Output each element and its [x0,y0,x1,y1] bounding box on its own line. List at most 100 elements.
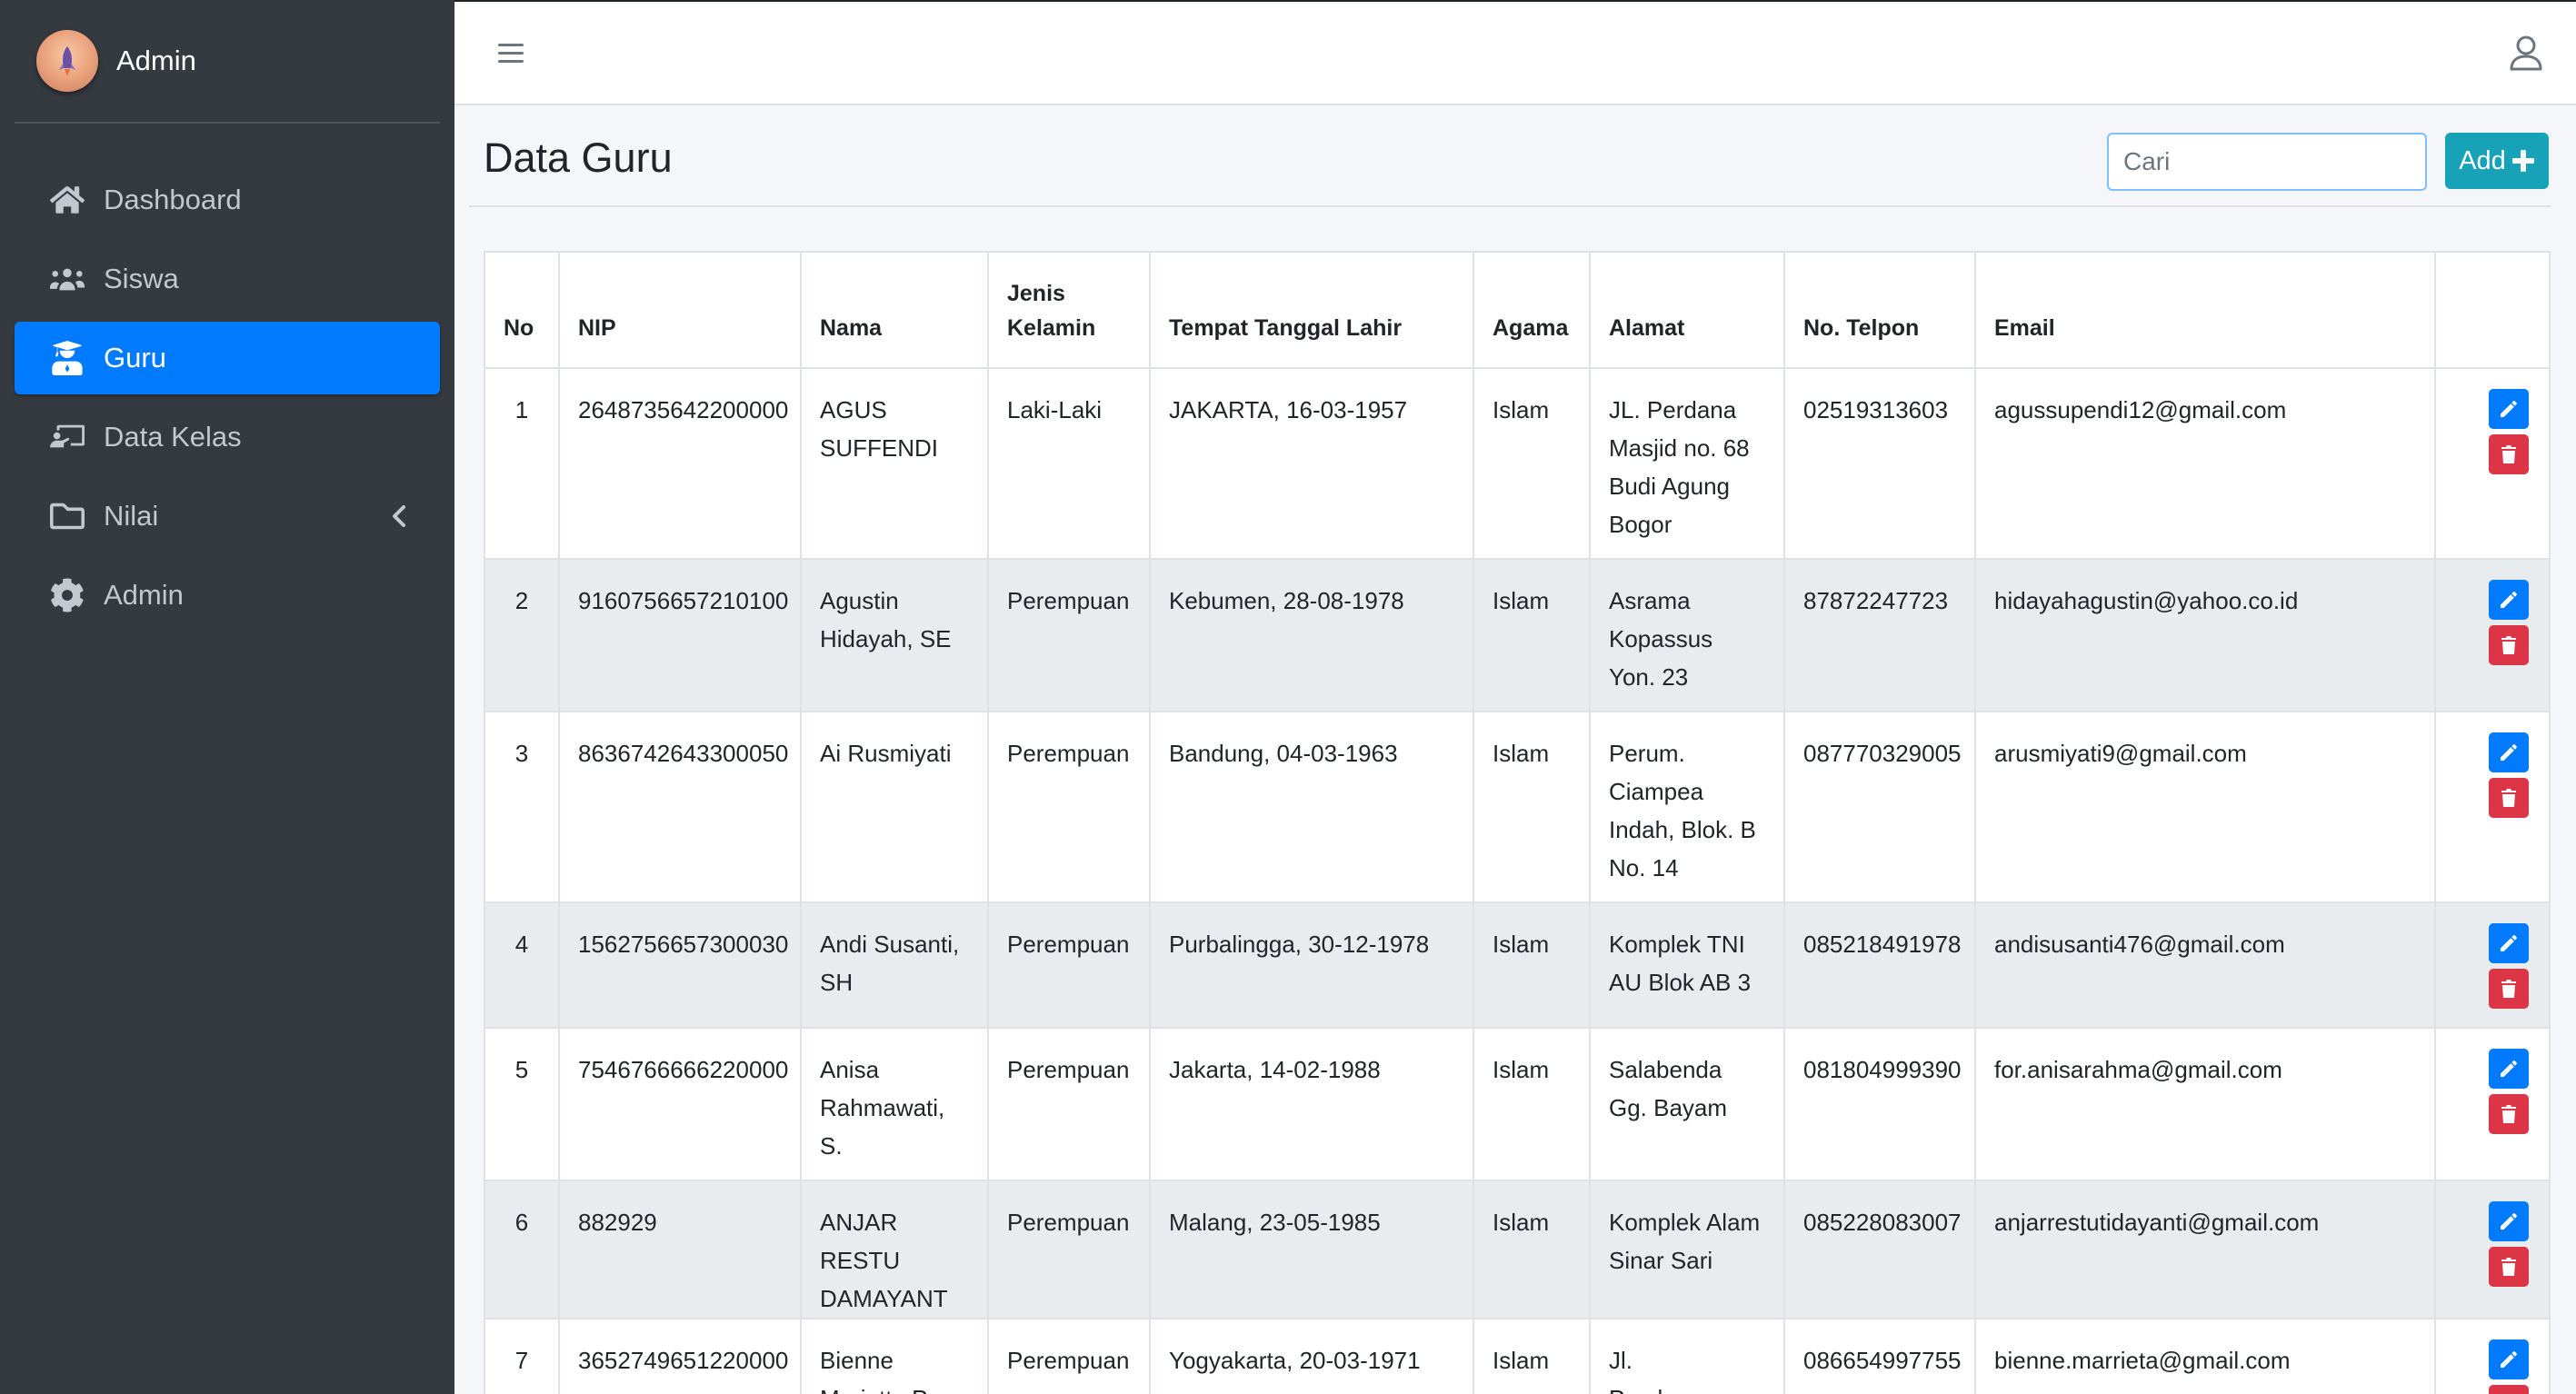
edit-button[interactable] [2489,389,2529,429]
cell-alamat: Komplek Alam Sinar Sari [1589,1180,1785,1319]
sidebar-item-nilai[interactable]: Nilai [15,480,440,553]
rocket-icon [59,46,75,76]
cell-actions [2434,367,2551,560]
sidebar-item-label: Admin [104,579,184,611]
cell-nip: 7546766666220000 [558,1027,802,1181]
cell-ttl: Bandung, 04-03-1963 [1149,711,1474,903]
pencil-icon [2501,401,2517,417]
table-row: 6 882929 ANJAR RESTU DAMAYANT Perempuan Mala… [484,1180,2551,1319]
cell-agama: Islam [1473,901,1591,1029]
delete-button[interactable] [2489,778,2529,818]
cell-email: hidayahagustin@yahoo.co.id [1974,558,2436,712]
delete-button[interactable] [2489,1247,2529,1287]
table-row: 5 7546766666220000 Anisa Rahmawati, S. Pere… [484,1027,2551,1181]
sidebar-item-label: Data Kelas [104,421,242,453]
cell-agama: Islam [1473,1318,1591,1394]
guru-table-container: No NIP Nama Jenis Kelamin Tempat Tanggal … [484,251,2551,1394]
delete-button[interactable] [2489,1385,2529,1394]
folder-icon [49,498,85,534]
plus-icon [2511,150,2534,172]
cell-alamat: Asrama Kopassus Yon. 23 [1589,558,1785,712]
user-icon[interactable] [2509,35,2543,71]
cell-nip: 2648735642200000 [558,367,802,560]
gear-icon [49,577,85,613]
cell-nip: 8636742643300050 [558,711,802,903]
delete-button[interactable] [2489,434,2529,474]
table-header-row: No NIP Nama Jenis Kelamin Tempat Tanggal … [484,251,2551,369]
cell-actions [2434,1318,2551,1394]
cell-email: bienne.marrieta@gmail.com [1974,1318,2436,1394]
edit-button[interactable] [2489,732,2529,772]
cell-nama: ANJAR RESTU DAMAYANT [800,1180,989,1319]
cell-alamat: Komplek TNI AU Blok AB 3 [1589,901,1785,1029]
cell-no: 6 [484,1180,560,1319]
brand[interactable]: Admin [15,0,440,124]
sidebar-item-dashboard[interactable]: Dashboard [15,164,440,236]
cell-jenis-kelamin: Perempuan [987,711,1151,903]
table-body: 1 2648735642200000 AGUS SUFFENDI Laki-Laki J… [484,367,2551,1394]
table-row: 2 9160756657210100 Agustin Hidayah, SE Pere… [484,558,2551,712]
topbar [454,0,2576,105]
edit-button[interactable] [2489,1201,2529,1241]
users-icon [49,261,85,297]
cell-actions [2434,711,2551,903]
cell-no: 7 [484,1318,560,1394]
header-divider [469,205,2551,207]
cell-alamat: Jl. Pembangunan [1589,1318,1785,1394]
cell-nip: 3652749651220000 [558,1318,802,1394]
pencil-icon [2501,1351,2517,1368]
graduate-icon [49,340,85,376]
edit-button[interactable] [2489,923,2529,963]
cell-agama: Islam [1473,1180,1591,1319]
cell-jenis-kelamin: Perempuan [987,558,1151,712]
brand-title: Admin [116,45,196,76]
cell-no: 3 [484,711,560,903]
delete-button[interactable] [2489,969,2529,1009]
cell-nama: AGUS SUFFENDI [800,367,989,560]
search-input[interactable] [2109,134,2453,189]
sidebar-item-admin[interactable]: Admin [15,559,440,632]
edit-button[interactable] [2489,580,2529,620]
pencil-icon [2501,744,2517,761]
cell-telpon: 086654997755 [1783,1318,1976,1394]
cell-email: andisusanti476@gmail.com [1974,901,2436,1029]
sidebar-item-siswa[interactable]: Siswa [15,243,440,315]
cell-telpon: 87872247723 [1783,558,1976,712]
header-jenis-kelamin: Jenis Kelamin [987,251,1151,369]
delete-button[interactable] [2489,625,2529,665]
trash-icon [2501,1105,2516,1123]
cell-jenis-kelamin: Laki-Laki [987,367,1151,560]
cell-alamat: JL. Perdana Masjid no. 68 Budi Agung Bog… [1589,367,1785,560]
cell-ttl: JAKARTA, 16-03-1957 [1149,367,1474,560]
cell-nip: 9160756657210100 [558,558,802,712]
pencil-icon [2501,592,2517,608]
sidebar-item-label: Guru [104,342,166,373]
add-button[interactable]: Add [2445,133,2549,189]
cell-no: 5 [484,1027,560,1181]
chevron-left-icon[interactable] [387,502,413,531]
cell-telpon: 087770329005 [1783,711,1976,903]
table-row: 73652749651220000Bienne Marietta PrawPer… [484,1318,2551,1394]
sidebar-item-label: Dashboard [104,184,242,215]
trash-icon [2501,980,2516,998]
cell-nama: Agustin Hidayah, SE [800,558,989,712]
home-icon [49,182,85,218]
sidebar-item-data-kelas[interactable]: Data Kelas [15,401,440,473]
cell-agama: Islam [1473,1027,1591,1181]
cell-actions [2434,1027,2551,1181]
edit-button[interactable] [2489,1049,2529,1089]
header-telpon: No. Telpon [1783,251,1976,369]
delete-button[interactable] [2489,1094,2529,1134]
cell-no: 2 [484,558,560,712]
cell-nama: Andi Susanti, SH [800,901,989,1029]
sidebar-item-guru[interactable]: Guru [15,322,440,394]
cell-ttl: Purbalingga, 30-12-1978 [1149,901,1474,1029]
hamburger-menu-icon[interactable] [496,38,525,67]
cell-nama: Ai Rusmiyati [800,711,989,903]
cell-email: arusmiyati9@gmail.com [1974,711,2436,903]
edit-button[interactable] [2489,1339,2529,1379]
cell-nip: 882929 [558,1180,802,1319]
cell-alamat: Salabenda Gg. Bayam [1589,1027,1785,1181]
cell-agama: Islam [1473,558,1591,712]
pencil-icon [2501,1060,2517,1077]
